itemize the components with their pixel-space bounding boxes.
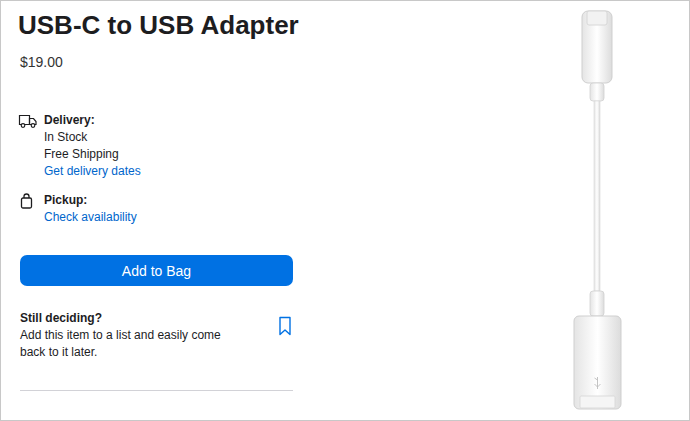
- pickup-info: Pickup:Check availability: [18, 192, 293, 226]
- save-for-later: Still deciding?Add this item to a list a…: [20, 310, 293, 361]
- check-availability-link[interactable]: Check availability: [44, 209, 137, 226]
- delivery-line: In Stock: [44, 129, 141, 146]
- bag-icon: [18, 193, 38, 209]
- product-price: $19.00: [18, 52, 293, 72]
- product-panel: USB-C to USB Adapter $19.00 Delivery:In St…: [1, 1, 293, 420]
- bookmark-holder: [278, 310, 293, 361]
- delivery-dates-link[interactable]: Get delivery dates: [44, 163, 141, 180]
- product-title: USB-C to USB Adapter: [18, 8, 293, 42]
- delivery-line: Free Shipping: [44, 146, 141, 163]
- delivery-info: Delivery:In StockFree ShippingGet delive…: [18, 112, 293, 180]
- save-line: back to it later.: [20, 344, 221, 361]
- save-text: Still deciding?Add this item to a list a…: [20, 310, 221, 361]
- delivery-label: Delivery:: [44, 112, 141, 129]
- save-title: Still deciding?: [20, 310, 221, 327]
- bookmark-icon[interactable]: [278, 316, 292, 336]
- pickup-icon-holder: [18, 192, 44, 226]
- adapter-icon: [554, 1, 654, 420]
- pickup-text: Pickup:Check availability: [44, 192, 137, 226]
- truck-icon: [18, 113, 38, 129]
- delivery-icon-holder: [18, 112, 44, 180]
- section-divider: [20, 390, 293, 391]
- pickup-label: Pickup:: [44, 192, 137, 209]
- add-to-bag-button[interactable]: Add to Bag: [20, 255, 293, 286]
- product-image: [554, 1, 654, 420]
- delivery-text: Delivery:In StockFree ShippingGet delive…: [44, 112, 141, 180]
- save-line: Add this item to a list and easily come: [20, 327, 221, 344]
